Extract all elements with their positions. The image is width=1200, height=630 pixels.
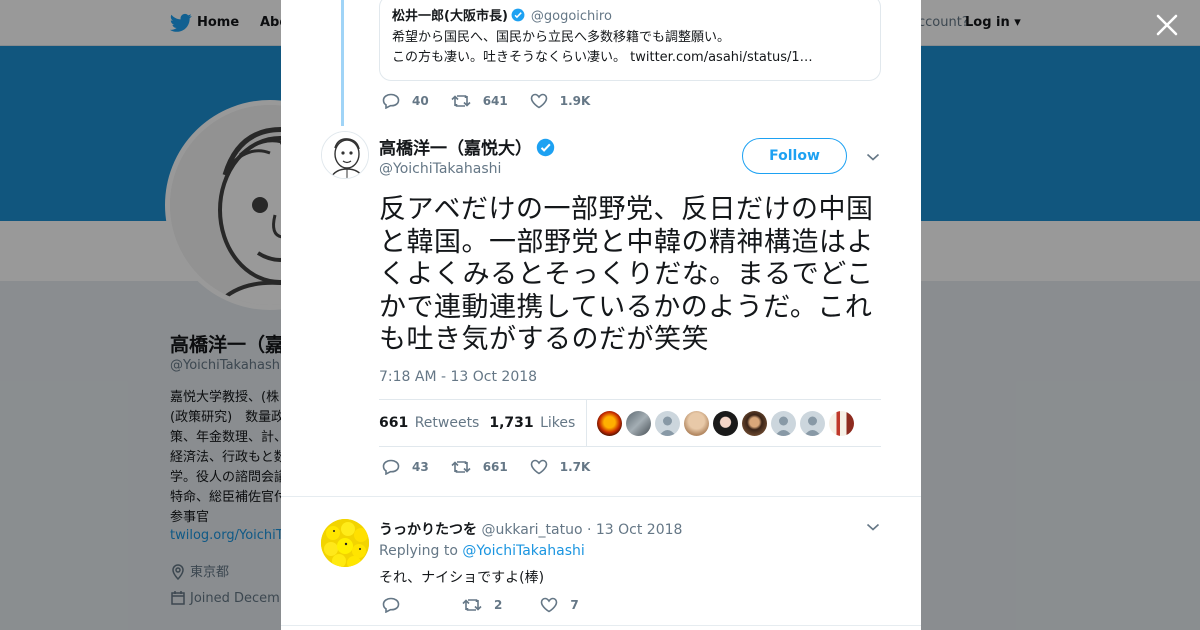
- main-tweet-actions: 43 661 1.7K: [382, 459, 618, 475]
- reply-icon: [382, 597, 400, 613]
- tweet-modal: 松井一郎(大阪市長) @gogoichiro 希望から国民へ、国民から立民へ多数移…: [281, 0, 921, 630]
- like-count: 7: [570, 598, 579, 612]
- likes-stat-label: Likes: [540, 415, 576, 431]
- quoted-tweet-line-2: この方も凄い。吐きそうなくらい凄い。 twitter.com/asahi/sta…: [392, 50, 813, 65]
- quoted-author-handle: @gogoichiro: [530, 9, 612, 24]
- chevron-down-icon[interactable]: [866, 522, 880, 532]
- chevron-down-icon[interactable]: [866, 152, 880, 162]
- like-icon: [541, 597, 558, 613]
- reply-button[interactable]: 40: [382, 93, 429, 109]
- reply-header: うっかりたつを @ukkari_tatuo · 13 Oct 2018: [379, 519, 682, 539]
- liker-avatar[interactable]: [655, 410, 681, 436]
- author-avatar[interactable]: [321, 131, 369, 179]
- retweet-icon: [451, 461, 471, 473]
- retweet-count: 661: [482, 460, 508, 474]
- tweet-timestamp[interactable]: 7:18 AM - 13 Oct 2018: [379, 369, 537, 385]
- likes-stat-count: 1,731: [489, 415, 534, 431]
- liker-avatar[interactable]: [829, 410, 855, 436]
- author-handle[interactable]: @YoichiTakahashi: [379, 161, 501, 177]
- reply-button[interactable]: [382, 597, 412, 613]
- close-icon[interactable]: [1154, 12, 1180, 38]
- retweet-button[interactable]: 661: [451, 459, 508, 475]
- liker-avatar[interactable]: [800, 410, 826, 436]
- tweet-text: 反アベだけの一部野党、反日だけの中国と韓国。一部野党と中韓の精神構造はよくよくみ…: [379, 194, 874, 355]
- section-divider: [281, 496, 921, 497]
- verified-badge-icon: [536, 138, 555, 157]
- follow-button[interactable]: Follow: [742, 138, 847, 174]
- like-button[interactable]: 1.9K: [530, 93, 591, 109]
- tweet-stats: 661 Retweets 1,731 Likes: [379, 399, 881, 447]
- retweet-icon: [451, 95, 471, 107]
- reply-author-handle[interactable]: @ukkari_tatuo: [481, 522, 582, 538]
- prev-tweet-actions: 40 641 1.9K: [382, 93, 618, 109]
- like-count: 1.9K: [559, 94, 591, 108]
- likes-stat[interactable]: 1,731 Likes: [489, 415, 575, 431]
- replying-to: Replying to @YoichiTakahashi: [379, 543, 585, 559]
- retweets-stat-label: Retweets: [414, 415, 480, 431]
- retweets-stat[interactable]: 661 Retweets: [379, 415, 479, 431]
- liker-avatar[interactable]: [597, 410, 623, 436]
- replying-to-label: Replying to: [379, 543, 458, 559]
- author-name-text: 高橋洋一（嘉悦大）: [379, 139, 532, 159]
- quoted-tweet-card[interactable]: 松井一郎(大阪市長) @gogoichiro 希望から国民へ、国民から立民へ多数移…: [379, 0, 881, 81]
- liker-avatar[interactable]: [684, 410, 710, 436]
- liker-avatars: [597, 410, 858, 436]
- reply-count: 43: [412, 460, 429, 474]
- like-count: 1.7K: [559, 460, 591, 474]
- quoted-tweet-line-1: 希望から国民へ、国民から立民へ多数移籍でも調整願い。: [392, 30, 731, 45]
- retweet-button[interactable]: 2: [462, 597, 502, 613]
- liker-avatar[interactable]: [626, 410, 652, 436]
- retweets-stat-count: 661: [379, 415, 409, 431]
- reply-count: 40: [412, 94, 429, 108]
- reply-button[interactable]: 43: [382, 459, 429, 475]
- stats-divider: [586, 399, 588, 447]
- like-button[interactable]: 1.7K: [530, 459, 591, 475]
- retweet-icon: [462, 599, 482, 611]
- like-button[interactable]: 7: [540, 597, 579, 613]
- liker-avatar[interactable]: [771, 410, 797, 436]
- retweet-count: 2: [494, 598, 503, 612]
- reply-author-name[interactable]: うっかりたつを: [379, 522, 477, 538]
- retweet-button[interactable]: 641: [451, 93, 508, 109]
- retweet-count: 641: [482, 94, 508, 108]
- quoted-author-name: 松井一郎(大阪市長): [392, 9, 508, 24]
- reply-tweet-actions: 2 7: [382, 597, 607, 613]
- author-name[interactable]: 高橋洋一（嘉悦大）: [379, 134, 555, 159]
- reply-author-avatar[interactable]: [321, 519, 369, 567]
- verified-badge-icon: [511, 8, 525, 22]
- reply-icon: [382, 459, 400, 475]
- like-icon: [530, 93, 548, 109]
- thread-connector: [341, 0, 344, 126]
- reply-text: それ、ナイショですよ(棒): [379, 570, 545, 586]
- replying-to-link[interactable]: @YoichiTakahashi: [462, 543, 584, 559]
- quoted-tweet-header: 松井一郎(大阪市長) @gogoichiro: [392, 8, 868, 25]
- reply-icon: [382, 93, 400, 109]
- liker-avatar[interactable]: [713, 410, 739, 436]
- bottom-divider: [281, 625, 921, 626]
- like-icon: [530, 459, 548, 475]
- reply-date[interactable]: · 13 Oct 2018: [587, 522, 682, 538]
- liker-avatar[interactable]: [742, 410, 768, 436]
